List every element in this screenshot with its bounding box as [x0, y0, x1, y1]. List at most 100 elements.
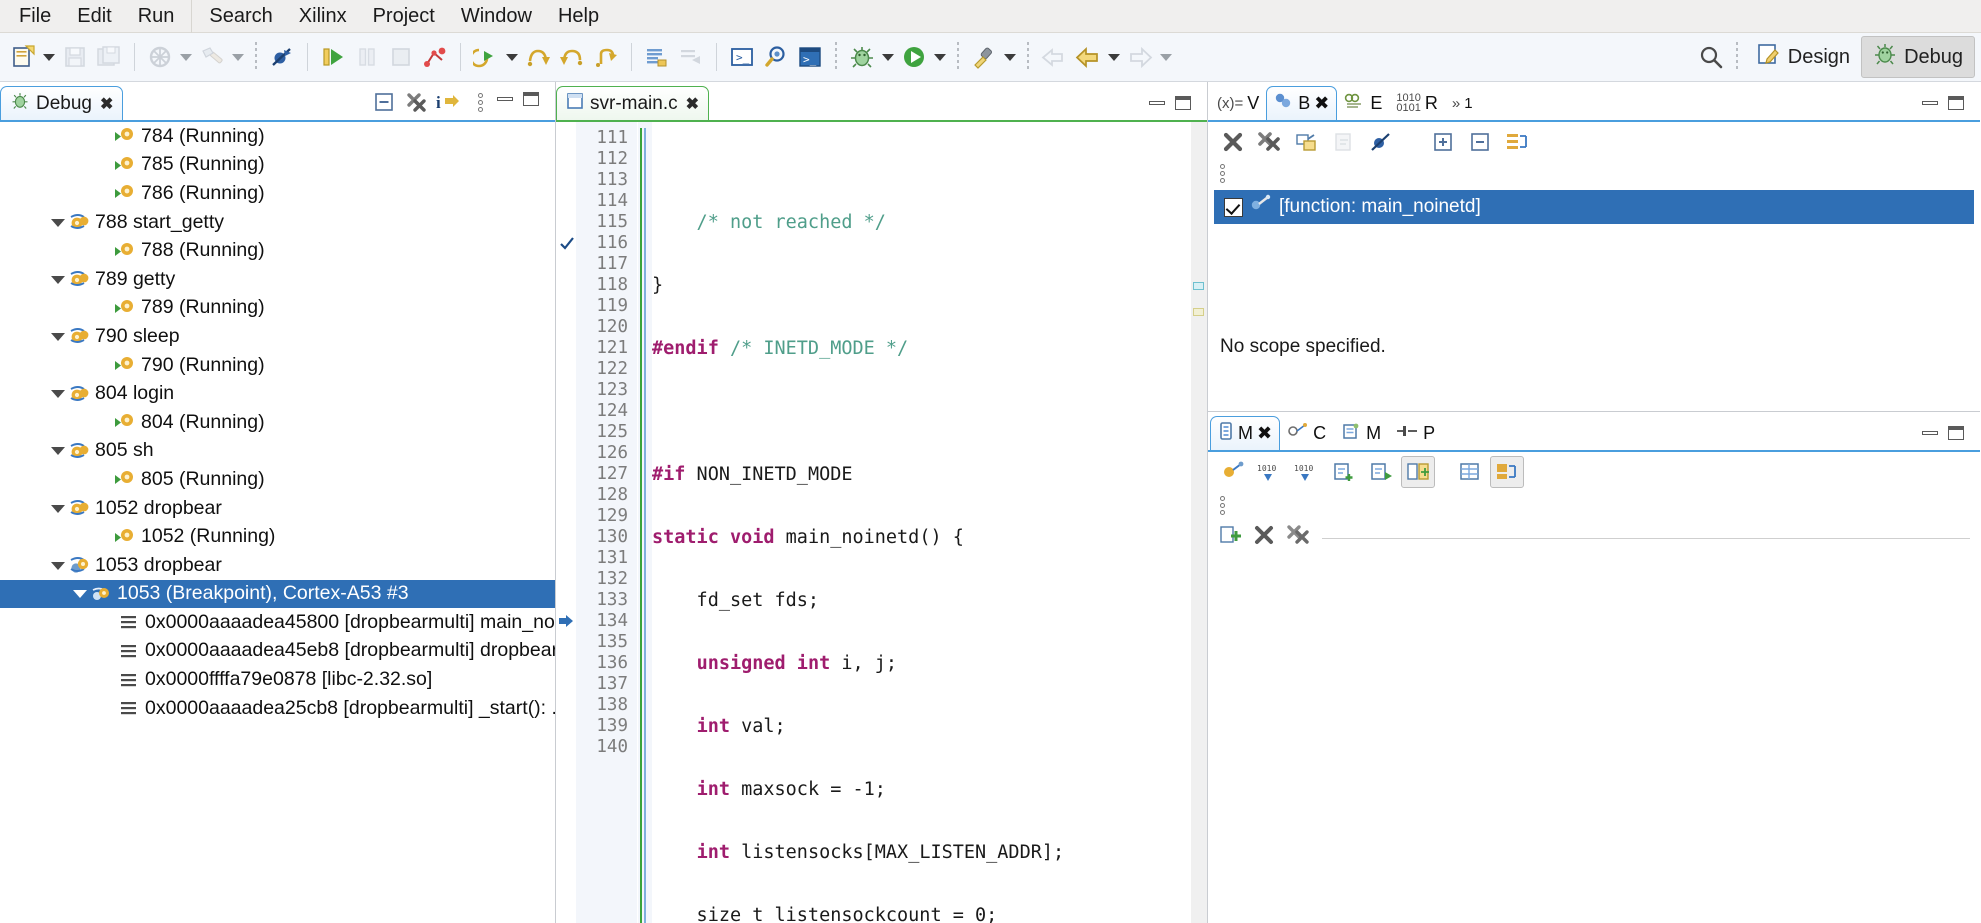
tree-twisty[interactable] — [96, 472, 111, 487]
overview-annotation[interactable] — [1193, 308, 1204, 316]
code-line[interactable]: /* not reached */ — [652, 212, 1191, 233]
code-line[interactable]: } — [652, 275, 1191, 296]
new-file-dropdown[interactable] — [40, 40, 58, 74]
code-line[interactable]: int listensocks[MAX_LISTEN_ADDR]; — [652, 842, 1191, 863]
step-over-icon[interactable] — [521, 40, 555, 74]
tree-twisty[interactable] — [50, 386, 65, 401]
step-into-dropdown[interactable] — [503, 40, 521, 74]
tree-row[interactable]: 790 (Running) — [0, 351, 555, 380]
remove-breakpoint-icon[interactable] — [1216, 126, 1250, 158]
code-line[interactable]: size_t listensockcount = 0; — [652, 905, 1191, 923]
tree-twisty[interactable] — [96, 358, 111, 373]
perspective-design[interactable]: Design — [1746, 37, 1861, 77]
code-line[interactable]: static void main_noinetd() { — [652, 527, 1191, 548]
maximize-icon[interactable] — [1948, 96, 1964, 110]
serial-terminal-icon[interactable]: >_ — [793, 40, 827, 74]
skip-breakpoints-icon[interactable] — [265, 40, 299, 74]
breakpoint-group-icon[interactable] — [1500, 126, 1534, 158]
tree-row[interactable]: 804 (Running) — [0, 408, 555, 437]
code-line[interactable]: unsigned int i, j; — [652, 653, 1191, 674]
menu-item-help[interactable]: Help — [545, 2, 612, 31]
tree-row[interactable]: 788 start_getty — [0, 208, 555, 237]
toggle-split-icon[interactable] — [1401, 456, 1435, 488]
tree-twisty[interactable] — [96, 415, 111, 430]
link-memory-icon[interactable] — [1490, 456, 1524, 488]
tree-twisty[interactable] — [50, 558, 65, 573]
tree-row[interactable]: 0x0000aaaadea45800 [dropbearmulti] main_… — [0, 608, 555, 637]
menu-item-edit[interactable]: Edit — [64, 2, 124, 31]
tree-row[interactable]: 785 (Running) — [0, 151, 555, 180]
tree-row[interactable]: 1053 dropbear — [0, 551, 555, 580]
tree-row[interactable]: 1052 (Running) — [0, 522, 555, 551]
minimize-icon[interactable] — [1149, 101, 1165, 105]
tab-modules[interactable]: C — [1280, 416, 1333, 450]
code-area[interactable]: 111 112 113 114 115 116 117 118 119 120 … — [556, 122, 1207, 923]
add-monitor-icon[interactable] — [1327, 456, 1361, 488]
disconnect-icon[interactable] — [418, 40, 452, 74]
external-tools-dropdown[interactable] — [1001, 40, 1019, 74]
close-icon[interactable]: ✖ — [100, 94, 113, 114]
run-icon[interactable] — [897, 40, 931, 74]
search-icon[interactable] — [1694, 40, 1728, 74]
external-tools-icon[interactable] — [967, 40, 1001, 74]
back-dropdown[interactable] — [1105, 40, 1123, 74]
code-line[interactable]: #endif /* INETD_MODE */ — [652, 338, 1191, 359]
hammer-dropdown[interactable] — [229, 40, 247, 74]
tree-row[interactable]: 789 getty — [0, 265, 555, 294]
collapse-all-icon[interactable] — [369, 88, 399, 116]
new-renderings-icon[interactable]: 1010 — [1253, 456, 1287, 488]
toolbar-drag-handle[interactable] — [835, 42, 837, 72]
add-memory-monitor-icon[interactable] — [1218, 523, 1242, 553]
remove-all-memory-monitors-icon[interactable] — [1286, 523, 1312, 553]
next-rendering-icon[interactable]: 1010 — [1290, 456, 1324, 488]
tree-row-selected[interactable]: 1053 (Breakpoint), Cortex-A53 #3 — [0, 579, 555, 609]
step-instruction-icon[interactable] — [589, 40, 623, 74]
tree-twisty[interactable] — [96, 243, 111, 258]
tree-twisty[interactable] — [96, 129, 111, 144]
tree-twisty[interactable] — [50, 329, 65, 344]
close-icon[interactable]: ✖ — [686, 94, 699, 114]
minimize-icon[interactable] — [497, 97, 513, 101]
breakpoint-enabled-checkbox[interactable] — [1224, 197, 1243, 217]
breakpoint-item[interactable]: [function: main_noinetd] — [1214, 190, 1974, 224]
debug-dropdown[interactable] — [879, 40, 897, 74]
perspective-debug[interactable]: Debug — [1861, 36, 1975, 78]
menu-item-search[interactable]: Search — [196, 2, 285, 31]
step-return-icon[interactable] — [555, 40, 589, 74]
tree-row[interactable]: 786 (Running) — [0, 179, 555, 208]
debug-icon[interactable] — [845, 40, 879, 74]
forward-dropdown[interactable] — [1157, 40, 1175, 74]
tree-row[interactable]: 788 (Running) — [0, 236, 555, 265]
resume-icon[interactable] — [316, 40, 350, 74]
tab-memory-browser[interactable]: M — [1333, 416, 1388, 450]
new-file-icon[interactable] — [6, 40, 40, 74]
build-dropdown[interactable] — [177, 40, 195, 74]
menu-item-xilinx[interactable]: Xilinx — [286, 2, 360, 31]
minimize-icon[interactable] — [1922, 101, 1938, 105]
view-menu-icon[interactable] — [1220, 163, 1225, 183]
tree-row[interactable]: 804 login — [0, 379, 555, 408]
collapse-all-icon[interactable] — [1463, 126, 1497, 158]
tree-twisty[interactable] — [50, 215, 65, 230]
step-into-icon[interactable] — [469, 40, 503, 74]
code-line[interactable]: fd_set fds; — [652, 590, 1191, 611]
tree-twisty[interactable] — [50, 443, 65, 458]
perspective-drag-handle[interactable] — [1735, 42, 1738, 72]
menu-item-run[interactable]: Run — [125, 2, 188, 31]
toolbar-drag-handle[interactable] — [1027, 42, 1029, 72]
tree-twisty[interactable] — [96, 157, 111, 172]
breakpoint-marker[interactable] — [556, 233, 576, 254]
toolbar-drag-handle[interactable] — [957, 42, 959, 72]
tree-row[interactable]: 805 (Running) — [0, 465, 555, 494]
open-console-icon[interactable] — [640, 40, 674, 74]
tab-debug[interactable]: Debug ✖ — [0, 86, 124, 120]
overview-annotation[interactable] — [1193, 282, 1204, 290]
tree-twisty[interactable] — [96, 186, 111, 201]
back-icon[interactable] — [1071, 40, 1105, 74]
tree-row[interactable]: 789 (Running) — [0, 294, 555, 323]
skip-all-breakpoints-icon[interactable] — [1364, 126, 1398, 158]
new-terminal-icon[interactable]: >_ — [725, 40, 759, 74]
expand-all-icon[interactable] — [1426, 126, 1460, 158]
tree-row[interactable]: 790 sleep — [0, 322, 555, 351]
view-menu-icon[interactable] — [465, 88, 495, 116]
